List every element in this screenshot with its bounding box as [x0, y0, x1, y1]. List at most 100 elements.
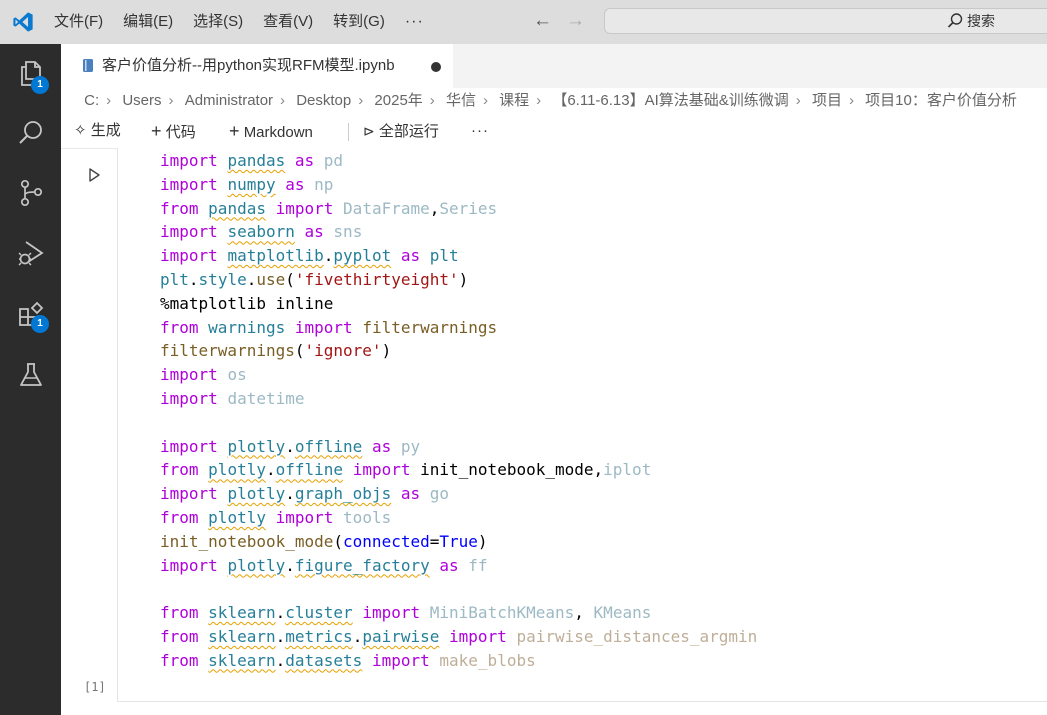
code-line: import plotly.graph_objs as go: [160, 482, 757, 506]
breadcrumb-item[interactable]: 课程: [499, 90, 529, 112]
code-token: import: [275, 507, 334, 527]
chevron-right-icon: ›: [280, 92, 286, 109]
explorer-button[interactable]: [0, 44, 61, 102]
menu-view[interactable]: 查看(V): [253, 0, 323, 44]
testing-button[interactable]: [0, 346, 61, 404]
code-token: import: [371, 650, 430, 670]
code-token: .: [285, 555, 295, 575]
code-token: (: [294, 341, 305, 361]
menu-go[interactable]: 转到(G): [323, 0, 395, 44]
source-control-button[interactable]: [0, 164, 61, 222]
code-token: init_notebook_mode: [420, 460, 594, 480]
add-code-button[interactable]: + 代码: [151, 120, 196, 144]
back-arrow-icon[interactable]: ←: [533, 11, 552, 31]
code-token: pairwise_distances_argmin: [516, 626, 758, 646]
menu-file[interactable]: 文件(F): [44, 0, 113, 44]
breadcrumb-item[interactable]: 2025年: [374, 90, 422, 112]
code-token: =: [429, 531, 440, 551]
code-line: import os: [160, 363, 757, 387]
notebook-file-icon: [83, 59, 93, 72]
code-token: from: [160, 507, 199, 527]
code-line: import datetime: [160, 387, 757, 411]
run-all-label: 全部运行: [378, 123, 439, 140]
add-markdown-button[interactable]: + Markdown: [229, 120, 313, 144]
code-token: datasets: [285, 650, 363, 670]
vscode-logo-icon[interactable]: [11, 11, 35, 33]
code-token: plotly: [227, 484, 286, 504]
run-cell-icon[interactable]: [85, 166, 103, 184]
tab-title: 客户价值分析--用python实现RFM模型.ipynb: [102, 57, 395, 74]
code-line: from pandas import DataFrame,Series: [160, 197, 757, 221]
code-token: sklearn: [208, 603, 276, 623]
breadcrumb-item[interactable]: 【6.11-6.13】AI算法基础&训练微调: [552, 90, 788, 112]
menu-edit[interactable]: 编辑(E): [113, 0, 183, 44]
code-token: offline: [294, 436, 363, 456]
tab-notebook[interactable]: 客户价值分析--用python实现RFM模型.ipynb: [61, 44, 453, 88]
code-line: from plotly.offline import init_notebook…: [160, 458, 757, 482]
code-token: True: [439, 531, 478, 551]
unsaved-dot-icon[interactable]: [431, 62, 441, 72]
source-control-icon: [20, 179, 42, 207]
menu-more-button[interactable]: ···: [395, 13, 434, 31]
code-line: from plotly import tools: [160, 506, 757, 530]
code-token: make_blobs: [439, 650, 536, 670]
breadcrumb-item[interactable]: Desktop: [296, 90, 351, 112]
generate-button[interactable]: ✧ 生成: [74, 120, 121, 142]
breadcrumb: C: › Users › Administrator › Desktop › 2025年…: [61, 90, 1047, 112]
code-editor[interactable]: import pandas as pd import numpy as np fro…: [160, 149, 757, 673]
forward-arrow-icon[interactable]: →: [566, 11, 585, 31]
search-view-button[interactable]: [0, 104, 61, 162]
code-token: .: [275, 603, 286, 623]
breadcrumb-item[interactable]: 华信: [446, 90, 476, 112]
code-token: sklearn: [208, 650, 276, 670]
code-line: init_notebook_mode(connected=True): [160, 530, 757, 554]
code-token: import: [294, 317, 353, 337]
breadcrumb-item[interactable]: Administrator: [185, 90, 273, 112]
breadcrumb-item[interactable]: 项目: [812, 90, 842, 112]
code-token: .: [285, 436, 295, 456]
code-token: from: [160, 626, 199, 646]
code-line: filterwarnings('ignore'): [160, 339, 757, 363]
command-center-search[interactable]: 搜索: [604, 8, 1047, 34]
code-token: as: [304, 222, 324, 242]
code-token: ff: [468, 555, 488, 575]
title-bar: 文件(F) 编辑(E) 选择(S) 查看(V) 转到(G) ··· ← → 搜索: [0, 0, 1047, 44]
code-token: 'fivethirtyeight': [294, 269, 459, 289]
breadcrumb-item[interactable]: 项目10：客户价值分析: [865, 90, 1017, 112]
toolbar-more-button[interactable]: ···: [471, 120, 489, 142]
breadcrumb-item[interactable]: Users: [122, 90, 161, 112]
execution-count: [1]: [84, 680, 106, 694]
breadcrumb-item[interactable]: C:: [84, 90, 99, 112]
code-token: pyplot: [333, 246, 392, 266]
menu-bar: 文件(F) 编辑(E) 选择(S) 查看(V) 转到(G) ···: [44, 0, 434, 44]
code-token: as: [371, 436, 392, 456]
extensions-button[interactable]: [0, 286, 61, 344]
code-token: np: [314, 174, 334, 194]
run-all-button[interactable]: ⊳ 全部运行: [363, 120, 439, 143]
code-token: .: [275, 650, 286, 670]
code-token: (: [285, 269, 295, 289]
run-debug-button[interactable]: [0, 224, 61, 282]
chevron-right-icon: ›: [536, 92, 542, 109]
code-token: .: [265, 460, 276, 480]
menu-selection[interactable]: 选择(S): [183, 0, 253, 44]
